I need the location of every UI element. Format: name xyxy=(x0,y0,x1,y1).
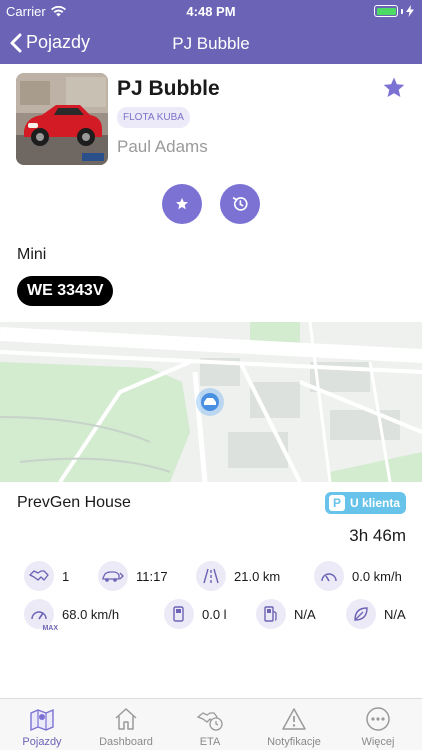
location-name: PrevGen House xyxy=(17,494,131,511)
license-plate: WE 3343V xyxy=(17,276,114,306)
tab-label: Pojazdy xyxy=(22,736,62,748)
tab-pojazdy[interactable]: Pojazdy xyxy=(0,699,84,750)
history-button[interactable] xyxy=(220,184,260,224)
stat-eco-value: N/A xyxy=(384,606,406,622)
vehicle-make: Mini xyxy=(17,246,47,263)
stat-time-value: 11:17 xyxy=(136,568,168,584)
driver-name: Paul Adams xyxy=(117,137,208,156)
warning-icon xyxy=(282,708,306,730)
tab-notyfikacje[interactable]: Notyfikacje xyxy=(252,699,336,750)
nav-title: PJ Bubble xyxy=(172,34,250,53)
map-icon xyxy=(30,708,54,732)
tab-label: Notyfikacje xyxy=(267,736,321,748)
header: Carrier 4:48 PM Pojazdy PJ Bubble xyxy=(0,0,422,64)
car-speed-icon xyxy=(98,561,128,591)
navigation-bar: Pojazdy PJ Bubble xyxy=(0,24,422,64)
tab-bar: Pojazdy Dashboard ETA Notyfikacje Więcej xyxy=(0,698,422,750)
tab-wiecej[interactable]: Więcej xyxy=(336,699,420,750)
fleet-badge: FLOTA KUBA xyxy=(117,107,190,128)
more-icon xyxy=(366,707,390,731)
vehicle-location-marker[interactable] xyxy=(196,388,224,416)
favorite-star-icon[interactable] xyxy=(382,76,406,100)
fuel-icon xyxy=(164,599,194,629)
tab-label: Dashboard xyxy=(99,736,153,748)
stat-max-speed-value: 68.0 km/h xyxy=(62,606,120,622)
vehicle-name: PJ Bubble xyxy=(117,77,220,100)
stop-duration: 3h 46m xyxy=(349,526,406,545)
max-speed-icon: MAX xyxy=(24,599,58,632)
road-icon xyxy=(196,561,226,591)
leaf-icon xyxy=(346,599,376,629)
status-label: U klienta xyxy=(349,496,400,510)
vehicle-photo xyxy=(16,73,108,165)
clock: 4:48 PM xyxy=(186,4,236,19)
stat-handshake-value: 1 xyxy=(62,568,70,584)
stat-fuel-station: N/A xyxy=(256,599,316,629)
speedometer-icon xyxy=(314,561,344,591)
stat-distance: 21.0 km xyxy=(196,561,280,591)
tab-label: ETA xyxy=(199,736,221,748)
status-bar: Carrier 4:48 PM xyxy=(0,0,422,22)
status-badge: P U klienta xyxy=(324,492,406,514)
stat-speed: 0.0 km/h xyxy=(314,561,402,591)
fuel-station-icon xyxy=(256,599,286,629)
charging-icon xyxy=(406,5,414,17)
home-icon xyxy=(115,708,137,730)
stat-time: 11:17 xyxy=(98,561,168,591)
vehicle-detail-screen: Carrier 4:48 PM Pojazdy PJ Bubble PJ Bub… xyxy=(0,0,422,750)
favorite-button[interactable] xyxy=(162,184,202,224)
star-icon xyxy=(175,197,189,210)
history-icon xyxy=(232,197,248,211)
eta-icon xyxy=(196,712,223,731)
battery-indicator xyxy=(374,5,414,17)
max-tag: MAX xyxy=(42,625,58,632)
stat-fuel: 0.0 l xyxy=(164,599,227,629)
parking-icon: P xyxy=(328,495,345,511)
tab-eta[interactable]: ETA xyxy=(168,699,252,750)
stat-eco: N/A xyxy=(346,599,406,629)
stat-fuel-value: 0.0 l xyxy=(202,606,227,622)
vehicle-map[interactable] xyxy=(0,322,422,482)
stat-max-speed: MAX 68.0 km/h xyxy=(24,599,120,632)
stat-speed-value: 0.0 km/h xyxy=(352,568,402,584)
tab-label: Więcej xyxy=(361,736,395,748)
stat-fuel-station-value: N/A xyxy=(294,606,316,622)
stat-distance-value: 21.0 km xyxy=(234,568,281,584)
stat-handshake: 1 xyxy=(24,561,69,591)
tab-dashboard[interactable]: Dashboard xyxy=(84,699,168,750)
handshake-icon xyxy=(24,561,54,591)
